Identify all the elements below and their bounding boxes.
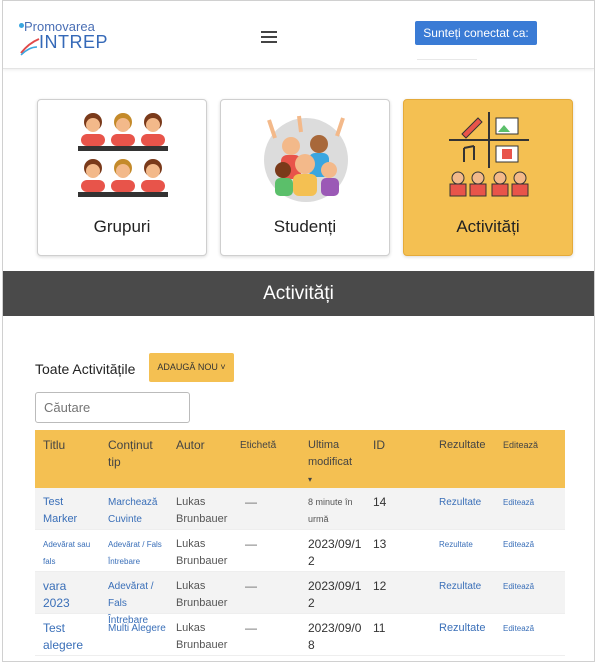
col-title[interactable]: Titlu bbox=[43, 437, 65, 454]
logo[interactable]: Promovarea INTREP bbox=[19, 19, 129, 59]
table-row: Adevărat sau fals Adevărat / Fals Întreb… bbox=[35, 530, 565, 572]
row-id: 13 bbox=[373, 537, 387, 551]
row-tag: — bbox=[245, 495, 257, 509]
row-results-link[interactable]: Rezultate bbox=[439, 578, 481, 595]
app-frame: Promovarea INTREP Sunteți conectat ca: G… bbox=[2, 0, 595, 662]
row-type: Marchează Cuvinte bbox=[108, 497, 158, 525]
row-modified: 2023/09/12 bbox=[308, 537, 362, 568]
row-edit-link[interactable]: Editează bbox=[503, 536, 534, 553]
search-input[interactable] bbox=[35, 392, 190, 423]
col-author[interactable]: Autor bbox=[176, 437, 205, 454]
row-edit-link[interactable]: Editează bbox=[503, 620, 534, 637]
tile-students[interactable]: Studenți bbox=[220, 99, 390, 256]
row-edit-link[interactable]: Editează bbox=[503, 494, 534, 511]
row-results-link[interactable]: Rezultate bbox=[439, 494, 481, 511]
students-icon bbox=[264, 115, 348, 202]
row-title-link[interactable]: Test Marker bbox=[43, 494, 93, 528]
row-author: Lukas Brunbauer bbox=[176, 622, 228, 651]
groups-icon bbox=[78, 113, 168, 197]
row-results-link[interactable]: Rezultate bbox=[439, 536, 473, 553]
menu-icon[interactable] bbox=[261, 31, 277, 43]
row-author: Lukas Brunbauer bbox=[176, 496, 228, 525]
row-id: 12 bbox=[373, 579, 387, 593]
col-edit[interactable]: Editează bbox=[503, 437, 538, 454]
table-row: vara 2023 Adevărat / Fals Întrebare Luka… bbox=[35, 572, 565, 626]
col-results[interactable]: Rezultate bbox=[439, 437, 485, 454]
tile-students-label: Studenți bbox=[273, 217, 337, 236]
tile-activities[interactable]: Activități bbox=[403, 99, 573, 256]
row-title-link[interactable]: Adevărat sau fals bbox=[43, 536, 91, 570]
logo-bottom-text: INTREP bbox=[39, 32, 109, 52]
row-id: 14 bbox=[373, 495, 387, 509]
row-tag: — bbox=[245, 579, 257, 593]
col-last-modified[interactable]: Ultima modificat ▾ bbox=[308, 437, 366, 488]
row-title-link[interactable]: Test alegere bbox=[43, 620, 91, 654]
row-title-link[interactable]: vara 2023 bbox=[43, 578, 91, 612]
row-edit-link[interactable]: Editează bbox=[503, 578, 534, 595]
list-title: Toate Activitățile bbox=[35, 361, 136, 377]
banner-title: Activități bbox=[263, 283, 334, 304]
row-results-link[interactable]: Rezultate bbox=[439, 620, 485, 637]
row-type: Adevărat / Fals Întrebare bbox=[108, 540, 162, 566]
row-author: Lukas Brunbauer bbox=[176, 538, 228, 567]
row-tag: — bbox=[245, 537, 257, 551]
table-row: Test Marker Marchează Cuvinte Lukas Brun… bbox=[35, 488, 565, 530]
activities-icon bbox=[449, 112, 529, 197]
row-modified: 2023/09/08 bbox=[308, 621, 362, 652]
col-id[interactable]: ID bbox=[373, 437, 385, 454]
col-last-modified-label: Ultima modificat bbox=[308, 439, 353, 468]
tile-groups-label: Grupuri bbox=[93, 217, 151, 236]
table-row: Test alegere Multi Alegere Lukas Brunbau… bbox=[35, 614, 565, 656]
row-type: Multi Alegere bbox=[108, 623, 166, 634]
section-banner: Activități bbox=[3, 271, 594, 316]
top-bar: Promovarea INTREP Sunteți conectat ca: bbox=[3, 1, 594, 69]
row-modified: 2023/09/12 bbox=[308, 579, 362, 610]
row-id: 11 bbox=[373, 621, 386, 635]
connected-as-button[interactable]: Sunteți conectat ca: bbox=[415, 21, 537, 45]
add-new-button[interactable]: ADAUGĂ NOU ˅ bbox=[149, 353, 234, 382]
col-content-type[interactable]: Conținut tip bbox=[108, 437, 168, 471]
activities-table: Titlu Conținut tip Autor Etichetă Ultima… bbox=[35, 430, 565, 656]
table-header: Titlu Conținut tip Autor Etichetă Ultima… bbox=[35, 430, 565, 488]
row-tag: — bbox=[245, 621, 257, 635]
logo-swoosh-icon bbox=[20, 38, 40, 56]
row-modified: 8 minute în urmă bbox=[308, 497, 353, 524]
sort-arrow-icon: ▾ bbox=[308, 475, 313, 484]
tile-groups[interactable]: Grupuri bbox=[37, 99, 207, 256]
tile-activities-label: Activități bbox=[456, 217, 520, 236]
col-tag[interactable]: Etichetă bbox=[240, 437, 276, 454]
row-author: Lukas Brunbauer bbox=[176, 580, 228, 609]
divider bbox=[417, 59, 477, 60]
